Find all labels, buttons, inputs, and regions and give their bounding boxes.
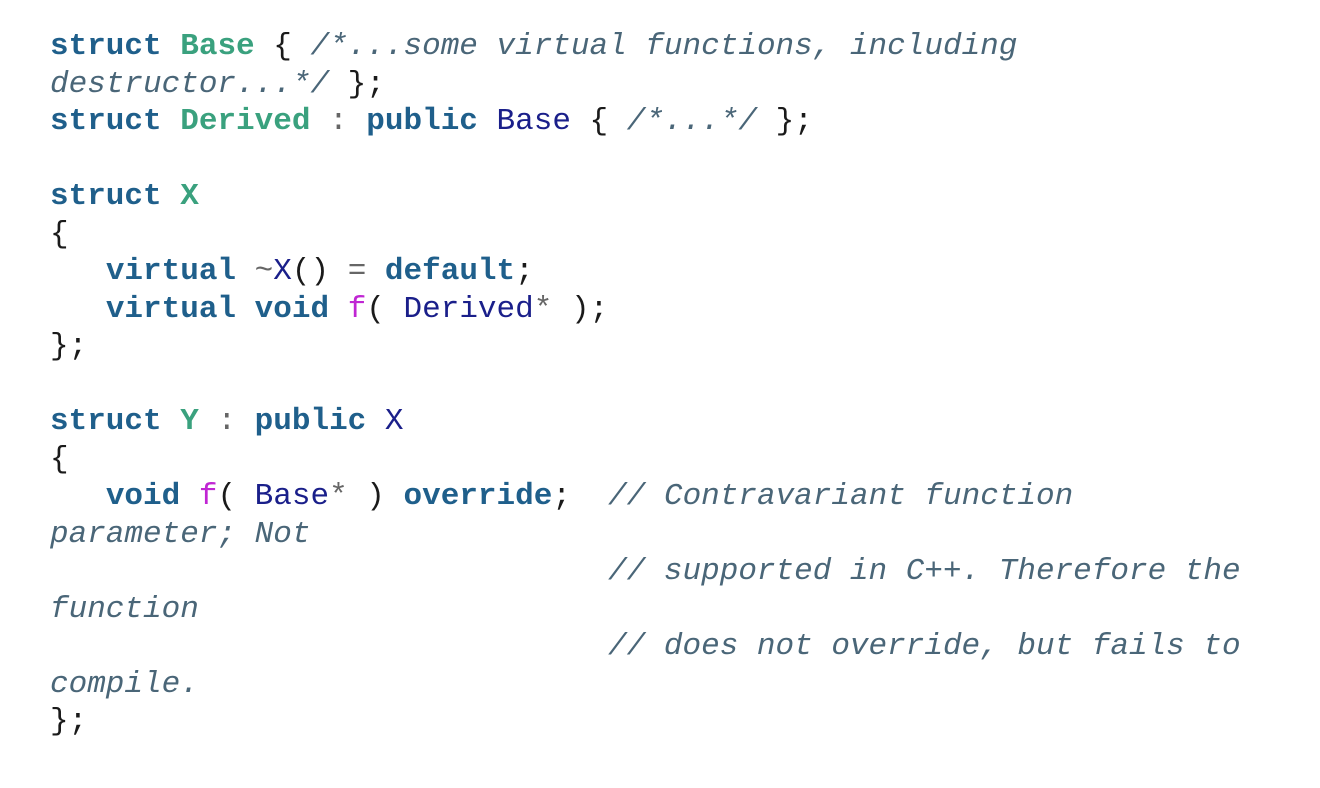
comment: /*...some virtual functions, including: [310, 29, 1018, 64]
punctuation: };: [329, 66, 385, 102]
code-line: // does not override, but fails to: [50, 628, 1241, 666]
punctuation: };: [756, 104, 813, 139]
punctuation: ): [347, 479, 404, 514]
punctuation: ;: [515, 254, 534, 289]
keyword: virtual: [105, 254, 237, 289]
keyword: void: [105, 479, 181, 514]
code-line: };: [50, 328, 1241, 366]
code-line: parameter; Not: [50, 516, 1241, 554]
punctuation: [366, 254, 385, 289]
identifier: Base: [254, 479, 330, 514]
punctuation: [162, 404, 181, 439]
punctuation: [180, 479, 199, 514]
code-line: // supported in C++. Therefore the: [50, 553, 1241, 591]
code-line: virtual ~X() = default;: [50, 253, 1241, 291]
comment: /*...*/: [626, 104, 757, 139]
punctuation: [478, 104, 497, 139]
punctuation: [366, 404, 385, 439]
code-block: struct Base { /*...some virtual function…: [50, 28, 1241, 741]
operator: =: [347, 254, 367, 289]
function-name: f: [198, 479, 218, 514]
punctuation: };: [50, 704, 88, 739]
comment: destructor...*/: [50, 66, 330, 102]
comment: // supported in C++. Therefore the: [608, 554, 1241, 589]
punctuation: [236, 292, 255, 327]
identifier: X: [384, 404, 404, 439]
code-line: void f( Base* ) override; // Contravaria…: [50, 478, 1241, 516]
function-name: f: [347, 291, 367, 327]
punctuation: };: [50, 329, 88, 364]
type-name: Base: [180, 29, 255, 64]
type-name: Y: [180, 404, 199, 439]
keyword: struct: [50, 29, 162, 64]
code-line: destructor...*/ };: [50, 66, 1241, 104]
operator: ~: [254, 254, 274, 289]
operator: *: [533, 291, 553, 327]
punctuation: [50, 292, 106, 327]
keyword: override: [403, 479, 553, 514]
code-line: struct Base { /*...some virtual function…: [50, 28, 1241, 66]
comment: // does not override, but fails to: [608, 629, 1241, 664]
operator: :: [198, 404, 255, 439]
punctuation: (: [366, 291, 404, 327]
punctuation: [50, 554, 608, 589]
keyword: struct: [50, 404, 162, 439]
punctuation: [50, 479, 106, 514]
punctuation: (: [217, 479, 255, 514]
code-line: };: [50, 703, 1241, 741]
punctuation: [329, 292, 348, 327]
punctuation: {: [570, 104, 627, 139]
code-line: function: [50, 591, 1241, 629]
identifier: Derived: [403, 291, 534, 327]
punctuation: (): [291, 254, 348, 289]
operator: *: [329, 479, 348, 514]
punctuation: [50, 254, 106, 289]
comment: compile.: [50, 666, 199, 702]
keyword: public: [254, 404, 367, 439]
keyword: struct: [50, 104, 162, 139]
punctuation: {: [50, 216, 69, 252]
keyword: default: [384, 254, 516, 289]
identifier: X: [273, 254, 292, 289]
keyword: void: [254, 291, 330, 327]
code-line: {: [50, 441, 1241, 479]
type-name: Derived: [180, 104, 311, 139]
code-line: struct Derived : public Base { /*...*/ }…: [50, 103, 1241, 141]
comment: function: [50, 591, 199, 627]
code-line: virtual void f( Derived* );: [50, 291, 1241, 329]
punctuation: [162, 179, 181, 214]
code-line: struct Y : public X: [50, 403, 1241, 441]
punctuation: );: [552, 291, 609, 327]
type-name: X: [180, 179, 199, 214]
comment: parameter; Not: [50, 516, 311, 552]
comment: // Contravariant function: [608, 479, 1074, 514]
keyword: public: [366, 104, 478, 139]
keyword: virtual: [105, 291, 237, 327]
punctuation: ;: [552, 479, 609, 514]
punctuation: [236, 254, 255, 289]
punctuation: [50, 629, 608, 664]
keyword: struct: [50, 179, 162, 214]
punctuation: {: [50, 441, 69, 477]
code-line: compile.: [50, 666, 1241, 704]
punctuation: {: [254, 29, 311, 64]
punctuation: [162, 104, 181, 139]
code-line: {: [50, 216, 1241, 254]
punctuation: [162, 29, 181, 64]
operator: :: [310, 104, 367, 139]
identifier: Base: [496, 104, 571, 139]
code-line: struct X: [50, 178, 1241, 216]
